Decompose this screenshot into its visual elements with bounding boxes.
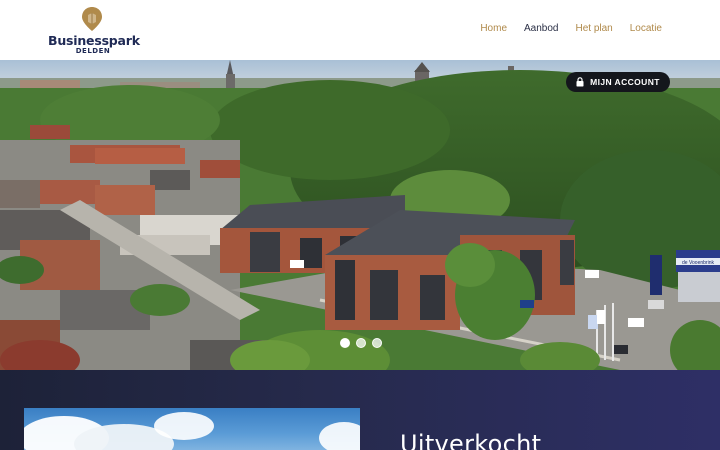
slider-dot-2[interactable]: [356, 338, 366, 348]
nav-locatie[interactable]: Locatie: [630, 23, 662, 34]
main-nav: Home Aanbod Het plan Locatie: [480, 23, 662, 34]
my-account-label: MIJN ACCOUNT: [590, 77, 660, 87]
nav-het-plan[interactable]: Het plan: [576, 23, 613, 34]
slider-dot-1[interactable]: [340, 338, 350, 348]
nav-aanbod[interactable]: Aanbod: [524, 23, 558, 34]
hero-slider: de Vooenbrink MIJN ACCOUNT: [0, 60, 720, 370]
slider-dots: [340, 338, 382, 348]
sold-section: Uitverkocht: [0, 370, 720, 450]
map-pin-icon: [82, 7, 102, 31]
hero-aerial-image: de Vooenbrink: [0, 60, 720, 370]
site-header: Businesspark DELDEN Home Aanbod Het plan…: [0, 0, 720, 60]
slider-dot-3[interactable]: [372, 338, 382, 348]
brand-name: Businesspark: [48, 33, 140, 48]
brand-subtitle: DELDEN: [75, 47, 111, 55]
logo[interactable]: Businesspark DELDEN: [48, 4, 140, 56]
lock-icon: [576, 77, 584, 87]
section-title: Uitverkocht: [400, 430, 542, 450]
nav-home[interactable]: Home: [480, 23, 507, 34]
gas-station-sign: de Vooenbrink: [682, 260, 714, 266]
my-account-button[interactable]: MIJN ACCOUNT: [566, 72, 670, 92]
section-photo: [24, 408, 360, 450]
